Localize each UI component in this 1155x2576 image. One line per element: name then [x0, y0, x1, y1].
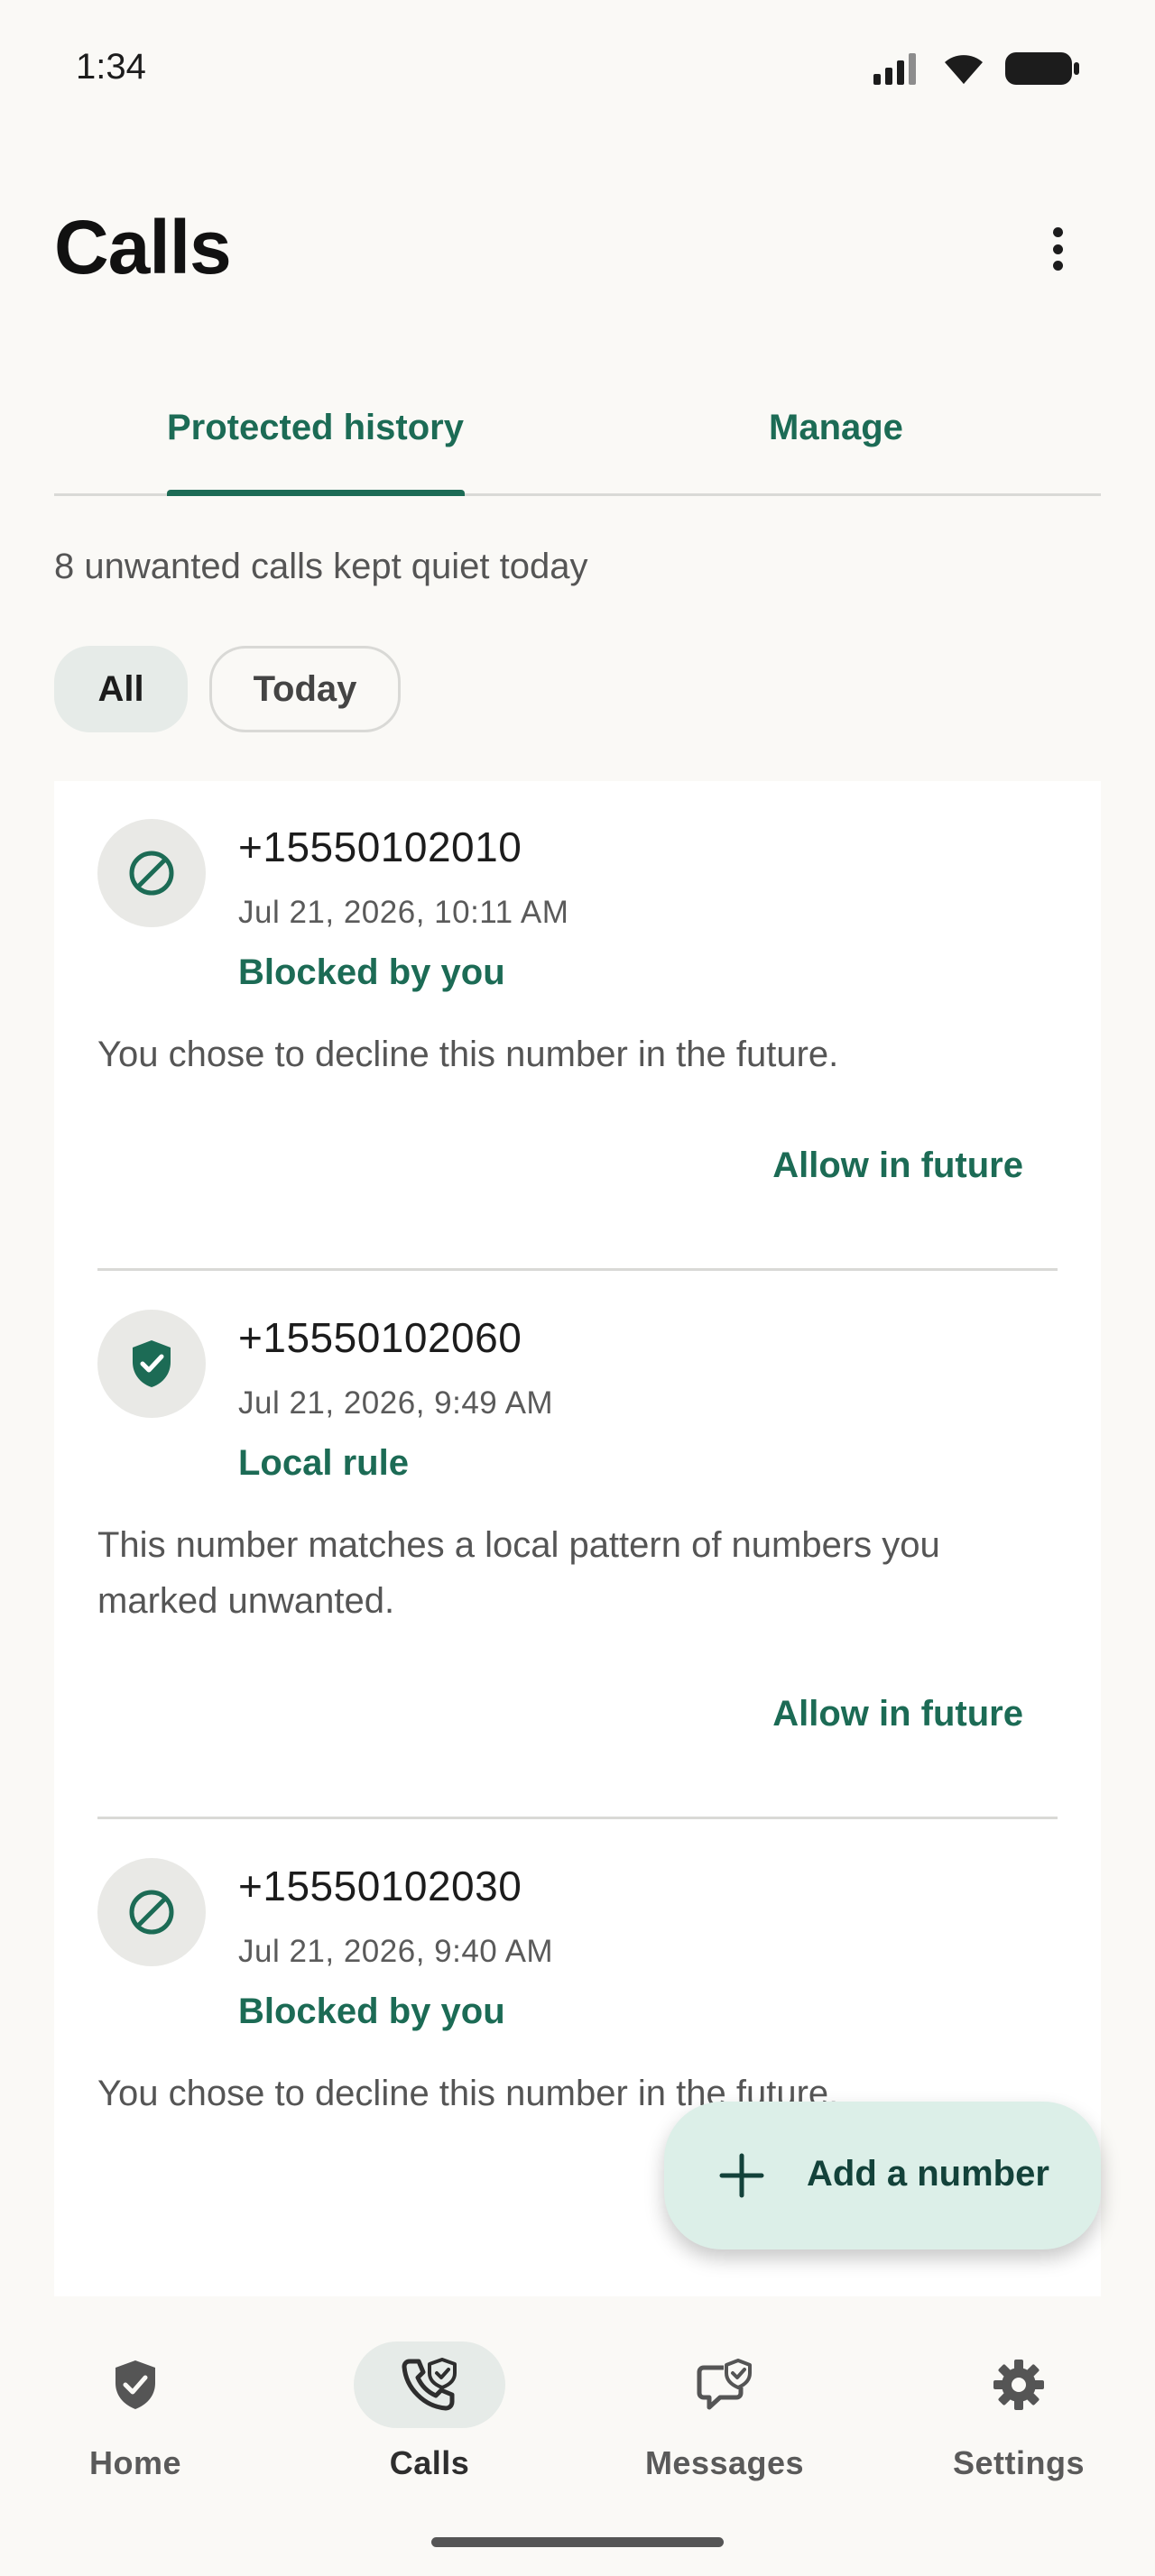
nav-icon-container [943, 2341, 1095, 2428]
call-number: +15550102060 [238, 1314, 522, 1361]
nav-item-messages[interactable]: Messages [616, 2329, 833, 2491]
status-bar: 1:34 [0, 0, 1155, 141]
app-bar: Calls [54, 204, 1101, 303]
list-item[interactable]: +15550102010 Jul 21, 2026, 10:11 AM Bloc… [97, 781, 1058, 1272]
plus-icon [719, 2153, 764, 2198]
tab-protected-history[interactable]: Protected history [167, 408, 464, 448]
gear-icon [993, 2360, 1044, 2410]
block-icon [129, 1890, 174, 1935]
call-time: Jul 21, 2026, 9:40 AM [238, 1934, 554, 1969]
message-shield-icon [697, 2359, 752, 2410]
tab-bar: Protected history Manage [54, 379, 1101, 496]
call-history-list: +15550102010 Jul 21, 2026, 10:11 AM Bloc… [54, 781, 1101, 2296]
page-title: Calls [54, 205, 232, 290]
block-icon [129, 851, 174, 896]
nav-icon-container [354, 2341, 505, 2428]
nav-label-calls: Calls [389, 2444, 470, 2481]
nav-label-settings: Settings [952, 2444, 1085, 2481]
allow-in-future-button[interactable]: Allow in future [772, 1694, 1023, 1734]
filter-chip-today[interactable]: Today [209, 646, 401, 732]
add-number-label: Add a number [807, 2154, 1049, 2194]
signal-icon [873, 53, 916, 85]
allow-in-future-button[interactable]: Allow in future [772, 1145, 1023, 1186]
status-icons [872, 51, 1081, 87]
nav-label-home: Home [88, 2444, 182, 2481]
call-description: You chose to decline this number in the … [97, 1035, 839, 1074]
call-reason: Local rule [238, 1443, 409, 1483]
nav-icon-container [649, 2341, 800, 2428]
shield-check-icon [133, 1340, 171, 1387]
call-avatar [97, 1858, 206, 1966]
more-vertical-icon [1052, 227, 1063, 237]
divider [97, 1268, 1058, 1271]
filter-chip-all[interactable]: All [54, 646, 188, 732]
add-number-button[interactable]: Add a number [664, 2102, 1101, 2249]
list-item[interactable]: +15550102060 Jul 21, 2026, 9:49 AM Local… [97, 1272, 1058, 1820]
home-indicator[interactable] [431, 2537, 724, 2547]
call-reason: Blocked by you [238, 952, 505, 992]
call-time: Jul 21, 2026, 10:11 AM [238, 895, 569, 930]
status-time: 1:34 [76, 47, 146, 87]
nav-label-messages: Messages [644, 2444, 805, 2481]
more-options-button[interactable] [1040, 220, 1076, 278]
call-description: This number matches a local pattern of n… [97, 1525, 940, 1621]
summary-text: 8 unwanted calls kept quiet today [54, 547, 588, 586]
call-number: +15550102030 [238, 1863, 522, 1909]
phone-shield-icon [402, 2358, 457, 2411]
call-number: +15550102010 [238, 823, 522, 870]
nav-item-settings[interactable]: Settings [910, 2329, 1127, 2491]
divider [97, 1817, 1058, 1819]
nav-item-home[interactable]: Home [27, 2329, 244, 2491]
shield-check-icon [116, 2360, 155, 2409]
call-avatar [97, 819, 206, 927]
tab-indicator [167, 490, 465, 496]
filter-chips: All Today [54, 646, 401, 732]
call-avatar [97, 1310, 206, 1418]
nav-item-calls[interactable]: Calls [321, 2329, 538, 2491]
nav-icon-container [60, 2341, 211, 2428]
tab-manage[interactable]: Manage [769, 408, 903, 448]
call-time: Jul 21, 2026, 9:49 AM [238, 1385, 554, 1421]
more-vertical-icon-dot [1052, 244, 1063, 254]
bottom-navigation: Home Calls Messages Settings [0, 2296, 1155, 2576]
wifi-icon [945, 55, 983, 84]
more-vertical-icon-dot [1052, 261, 1063, 271]
call-reason: Blocked by you [238, 1992, 505, 2031]
battery-icon [1005, 52, 1079, 85]
